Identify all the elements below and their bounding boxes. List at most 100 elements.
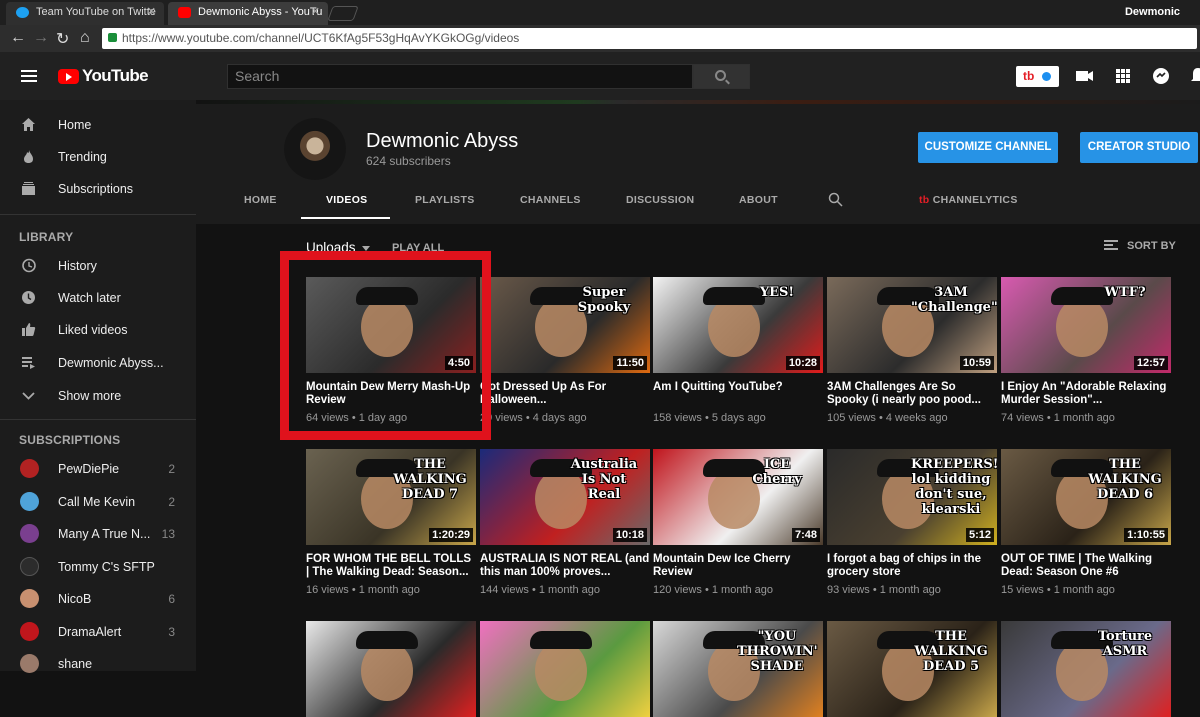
video-title[interactable]: FOR WHOM THE BELL TOLLS | The Walking De… xyxy=(306,553,476,579)
video-title[interactable]: AUSTRALIA IS NOT REAL (and this man 100%… xyxy=(480,553,650,579)
tab-title: Dewmonic Abyss - YouTu xyxy=(198,6,323,18)
video-thumbnail[interactable]: KREEPERS! lol kidding don't sue, klearsk… xyxy=(827,449,997,545)
apps-grid-icon[interactable] xyxy=(1113,66,1133,86)
subscription-item[interactable]: shane xyxy=(0,648,196,680)
video-card[interactable] xyxy=(306,621,476,717)
sidebar-item-label: Subscriptions xyxy=(58,182,134,196)
browser-tab-twitter[interactable]: Team YouTube on Twitte ✕ xyxy=(6,2,164,25)
upload-video-icon[interactable] xyxy=(1074,66,1094,86)
subscription-item[interactable]: Tommy C's SFTP xyxy=(0,551,196,583)
notifications-bell-icon[interactable] xyxy=(1188,66,1200,86)
video-thumbnail[interactable]: Torture ASMR xyxy=(1001,621,1171,717)
video-title[interactable]: OUT OF TIME | The Walking Dead: Season O… xyxy=(1001,553,1171,579)
sidebar-item-playlist[interactable]: Dewmonic Abyss... xyxy=(0,347,196,379)
video-card[interactable]: THE WALKING DEAD 5 xyxy=(827,621,997,717)
close-icon[interactable]: ✕ xyxy=(147,2,156,23)
avatar xyxy=(20,492,39,511)
video-title[interactable]: Got Dressed Up As For Halloween... xyxy=(480,381,650,407)
sidebar-item-home[interactable]: Home xyxy=(0,109,196,141)
home-icon[interactable]: ⌂ xyxy=(80,29,90,47)
tubebuddy-button[interactable]: tb xyxy=(1016,66,1059,87)
sort-icon xyxy=(1104,240,1118,250)
browser-tab-bar: Team YouTube on Twitte ✕ Dewmonic Abyss … xyxy=(0,0,1200,25)
browser-tab-youtube[interactable]: Dewmonic Abyss - YouTu ✕ xyxy=(168,2,328,25)
close-icon[interactable]: ✕ xyxy=(311,2,320,23)
sidebar-item-subscriptions[interactable]: Subscriptions xyxy=(0,173,196,205)
sidebar-item-history[interactable]: History xyxy=(0,250,196,282)
customize-channel-button[interactable]: CUSTOMIZE CHANNEL xyxy=(918,132,1058,163)
tab-channels[interactable]: CHANNELS xyxy=(520,194,581,206)
video-card[interactable]: Australia Is Not Real 10:18 AUSTRALIA IS N… xyxy=(480,449,650,596)
sidebar-item-show-more[interactable]: Show more xyxy=(0,380,196,412)
tab-channelytics[interactable]: tb CHANNELYTICS xyxy=(919,194,1018,206)
video-meta: 29 views • 4 days ago xyxy=(480,412,587,424)
sidebar-item-trending[interactable]: Trending xyxy=(0,141,196,173)
creator-studio-button[interactable]: CREATOR STUDIO xyxy=(1080,132,1198,163)
video-title[interactable]: I forgot a bag of chips in the grocery s… xyxy=(827,553,997,579)
video-title[interactable]: 3AM Challenges Are So Spooky (i nearly p… xyxy=(827,381,997,407)
forward-arrow-icon[interactable]: → xyxy=(33,29,49,47)
video-card[interactable]: ICE Cherry 7:48 Mountain Dew Ice Cherry Re… xyxy=(653,449,823,596)
video-meta: 74 views • 1 month ago xyxy=(1001,412,1115,424)
video-thumbnail[interactable]: YES! 10:28 xyxy=(653,277,823,373)
video-thumbnail[interactable]: THE WALKING DEAD 7 1:20:29 xyxy=(306,449,476,545)
video-thumbnail[interactable]: 3AM "Challenge" 10:59 xyxy=(827,277,997,373)
messages-icon[interactable] xyxy=(1151,66,1171,86)
subscription-item[interactable]: Many A True N... 13 xyxy=(0,518,196,550)
video-thumbnail[interactable]: WTF? 12:57 xyxy=(1001,277,1171,373)
sidebar-item-liked-videos[interactable]: Liked videos xyxy=(0,314,196,346)
subscription-item[interactable]: Call Me Kevin 2 xyxy=(0,486,196,518)
flame-icon xyxy=(24,150,33,163)
search-icon[interactable] xyxy=(828,192,843,207)
video-title[interactable]: Mountain Dew Ice Cherry Review xyxy=(653,553,823,579)
tab-about[interactable]: ABOUT xyxy=(739,194,778,206)
video-card[interactable]: THE WALKING DEAD 7 1:20:29 FOR WHOM THE BE… xyxy=(306,449,476,596)
reload-icon[interactable]: ↻ xyxy=(56,29,69,49)
video-card[interactable] xyxy=(480,621,650,717)
video-card[interactable]: 3AM "Challenge" 10:59 3AM Challenges Are S… xyxy=(827,277,997,424)
new-tab-button[interactable] xyxy=(327,6,359,21)
video-thumbnail[interactable]: THE WALKING DEAD 6 1:10:55 xyxy=(1001,449,1171,545)
video-card[interactable]: Super Spooky 11:50 Got Dressed Up As For H… xyxy=(480,277,650,424)
tab-discussion[interactable]: DISCUSSION xyxy=(626,194,694,206)
subscription-item[interactable]: PewDiePie 2 xyxy=(0,453,196,485)
video-card[interactable]: WTF? 12:57 I Enjoy An "Adorable Relaxing M… xyxy=(1001,277,1171,424)
video-card[interactable]: YES! 10:28 Am I Quitting YouTube? 158 views… xyxy=(653,277,823,424)
menu-icon[interactable] xyxy=(21,70,37,82)
video-card[interactable]: KREEPERS! lol kidding don't sue, klearsk… xyxy=(827,449,997,596)
video-thumbnail[interactable]: THE WALKING DEAD 5 xyxy=(827,621,997,717)
video-card[interactable]: "YOU THROWIN' SHADE xyxy=(653,621,823,717)
video-thumbnail[interactable]: Australia Is Not Real 10:18 xyxy=(480,449,650,545)
video-thumbnail[interactable] xyxy=(480,621,650,717)
browser-user-name[interactable]: Dewmonic xyxy=(1125,6,1180,18)
search-button[interactable] xyxy=(693,64,750,89)
sidebar-divider xyxy=(0,419,196,420)
sort-by-button[interactable]: SORT BY xyxy=(1104,240,1176,252)
subscription-item[interactable]: DramaAlert 3 xyxy=(0,616,196,648)
channel-name: Dewmonic Abyss xyxy=(366,130,519,152)
youtube-logo[interactable]: YouTube xyxy=(58,66,149,86)
tab-playlists[interactable]: PLAYLISTS xyxy=(415,194,475,206)
sidebar-item-watch-later[interactable]: Watch later xyxy=(0,282,196,314)
search-input[interactable]: Search xyxy=(227,64,693,89)
tab-home[interactable]: HOME xyxy=(244,194,277,206)
video-title[interactable]: I Enjoy An "Adorable Relaxing Murder Ses… xyxy=(1001,381,1171,407)
subscription-item[interactable]: NicoB 6 xyxy=(0,583,196,615)
channel-header: Dewmonic Abyss 624 subscribers CUSTOMIZE… xyxy=(196,104,1200,224)
url-field[interactable]: https://www.youtube.com/channel/UCT6KfAg… xyxy=(102,28,1197,49)
video-card[interactable]: Torture ASMR xyxy=(1001,621,1171,717)
tubebuddy-label: tb xyxy=(1023,69,1035,83)
back-arrow-icon[interactable]: ← xyxy=(10,29,26,47)
video-thumbnail[interactable]: Super Spooky 11:50 xyxy=(480,277,650,373)
thumbnail-figure xyxy=(535,641,587,701)
video-thumbnail[interactable]: "YOU THROWIN' SHADE xyxy=(653,621,823,717)
video-thumbnail[interactable] xyxy=(306,621,476,717)
video-meta: 144 views • 1 month ago xyxy=(480,584,601,596)
video-thumbnail[interactable]: ICE Cherry 7:48 xyxy=(653,449,823,545)
avatar xyxy=(20,654,39,673)
video-title[interactable]: Am I Quitting YouTube? xyxy=(653,381,823,407)
clock-icon xyxy=(22,291,35,304)
video-duration: 10:28 xyxy=(785,356,820,370)
video-card[interactable]: THE WALKING DEAD 6 1:10:55 OUT OF TIME | T… xyxy=(1001,449,1171,596)
tab-videos[interactable]: VIDEOS xyxy=(326,194,367,206)
